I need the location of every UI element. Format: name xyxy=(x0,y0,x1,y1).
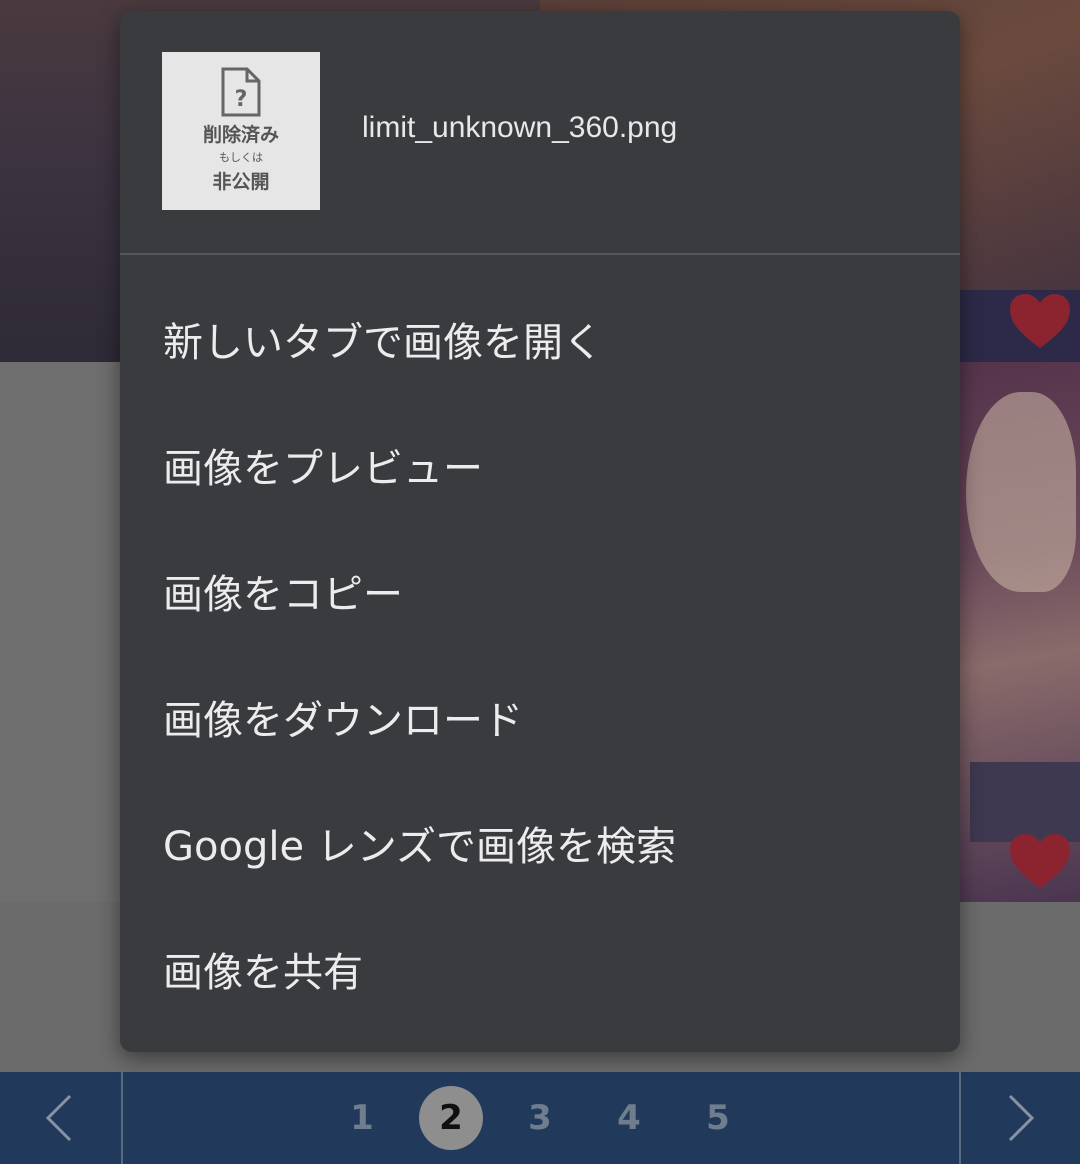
menu-item-label: Google レンズで画像を検索 xyxy=(163,824,676,870)
menu-divider xyxy=(120,253,960,255)
menu-item-label: 画像を共有 xyxy=(163,950,363,996)
menu-item-preview-image[interactable]: 画像をプレビュー xyxy=(120,402,960,528)
menu-item-search-with-google-lens[interactable]: Google レンズで画像を検索 xyxy=(120,780,960,906)
page-5-button[interactable]: 5 xyxy=(686,1086,750,1150)
chevron-left-icon xyxy=(45,1094,72,1142)
favorite-heart-icon[interactable] xyxy=(1008,832,1072,890)
image-detail xyxy=(970,762,1080,842)
next-page-button[interactable] xyxy=(960,1072,1080,1164)
menu-item-open-in-new-tab[interactable]: 新しいタブで画像を開く xyxy=(120,276,960,402)
page-4-button[interactable]: 4 xyxy=(597,1086,661,1150)
page-3-button[interactable]: 3 xyxy=(508,1086,572,1150)
menu-item-label: 画像をプレビュー xyxy=(163,446,483,492)
image-thumbnail: ? 削除済み もしくは 非公開 xyxy=(162,52,320,210)
thumbnail-deleted-label: 削除済み xyxy=(202,124,279,146)
menu-header: ? 削除済み もしくは 非公開 limit_unknown_360.png xyxy=(120,11,960,253)
chevron-right-icon xyxy=(1008,1094,1035,1142)
menu-item-copy-image[interactable]: 画像をコピー xyxy=(120,528,960,654)
unknown-file-icon: ? xyxy=(221,67,261,117)
image-filename: limit_unknown_360.png xyxy=(362,111,678,144)
svg-text:?: ? xyxy=(235,87,248,112)
page-1-button[interactable]: 1 xyxy=(330,1086,394,1150)
thumbnail-or-label: もしくは xyxy=(219,151,263,164)
image-detail xyxy=(966,392,1076,592)
page-list: 1 2 3 4 5 xyxy=(330,1086,775,1150)
page-2-button-current[interactable]: 2 xyxy=(419,1086,483,1150)
menu-item-share-image[interactable]: 画像を共有 xyxy=(120,906,960,1032)
menu-item-download-image[interactable]: 画像をダウンロード xyxy=(120,654,960,780)
thumbnail-private-label: 非公開 xyxy=(212,171,270,193)
background-image-tile xyxy=(960,362,1080,902)
menu-item-label: 画像をコピー xyxy=(163,572,403,618)
pager-divider xyxy=(121,1072,123,1164)
prev-page-button[interactable] xyxy=(0,1072,120,1164)
menu-item-label: 新しいタブで画像を開く xyxy=(163,320,603,366)
favorite-heart-icon[interactable] xyxy=(1008,292,1072,350)
pagination-bar: 1 2 3 4 5 xyxy=(0,1072,1080,1164)
image-context-menu: ? 削除済み もしくは 非公開 limit_unknown_360.png 新し… xyxy=(120,11,960,1052)
menu-item-label: 画像をダウンロード xyxy=(163,698,523,744)
